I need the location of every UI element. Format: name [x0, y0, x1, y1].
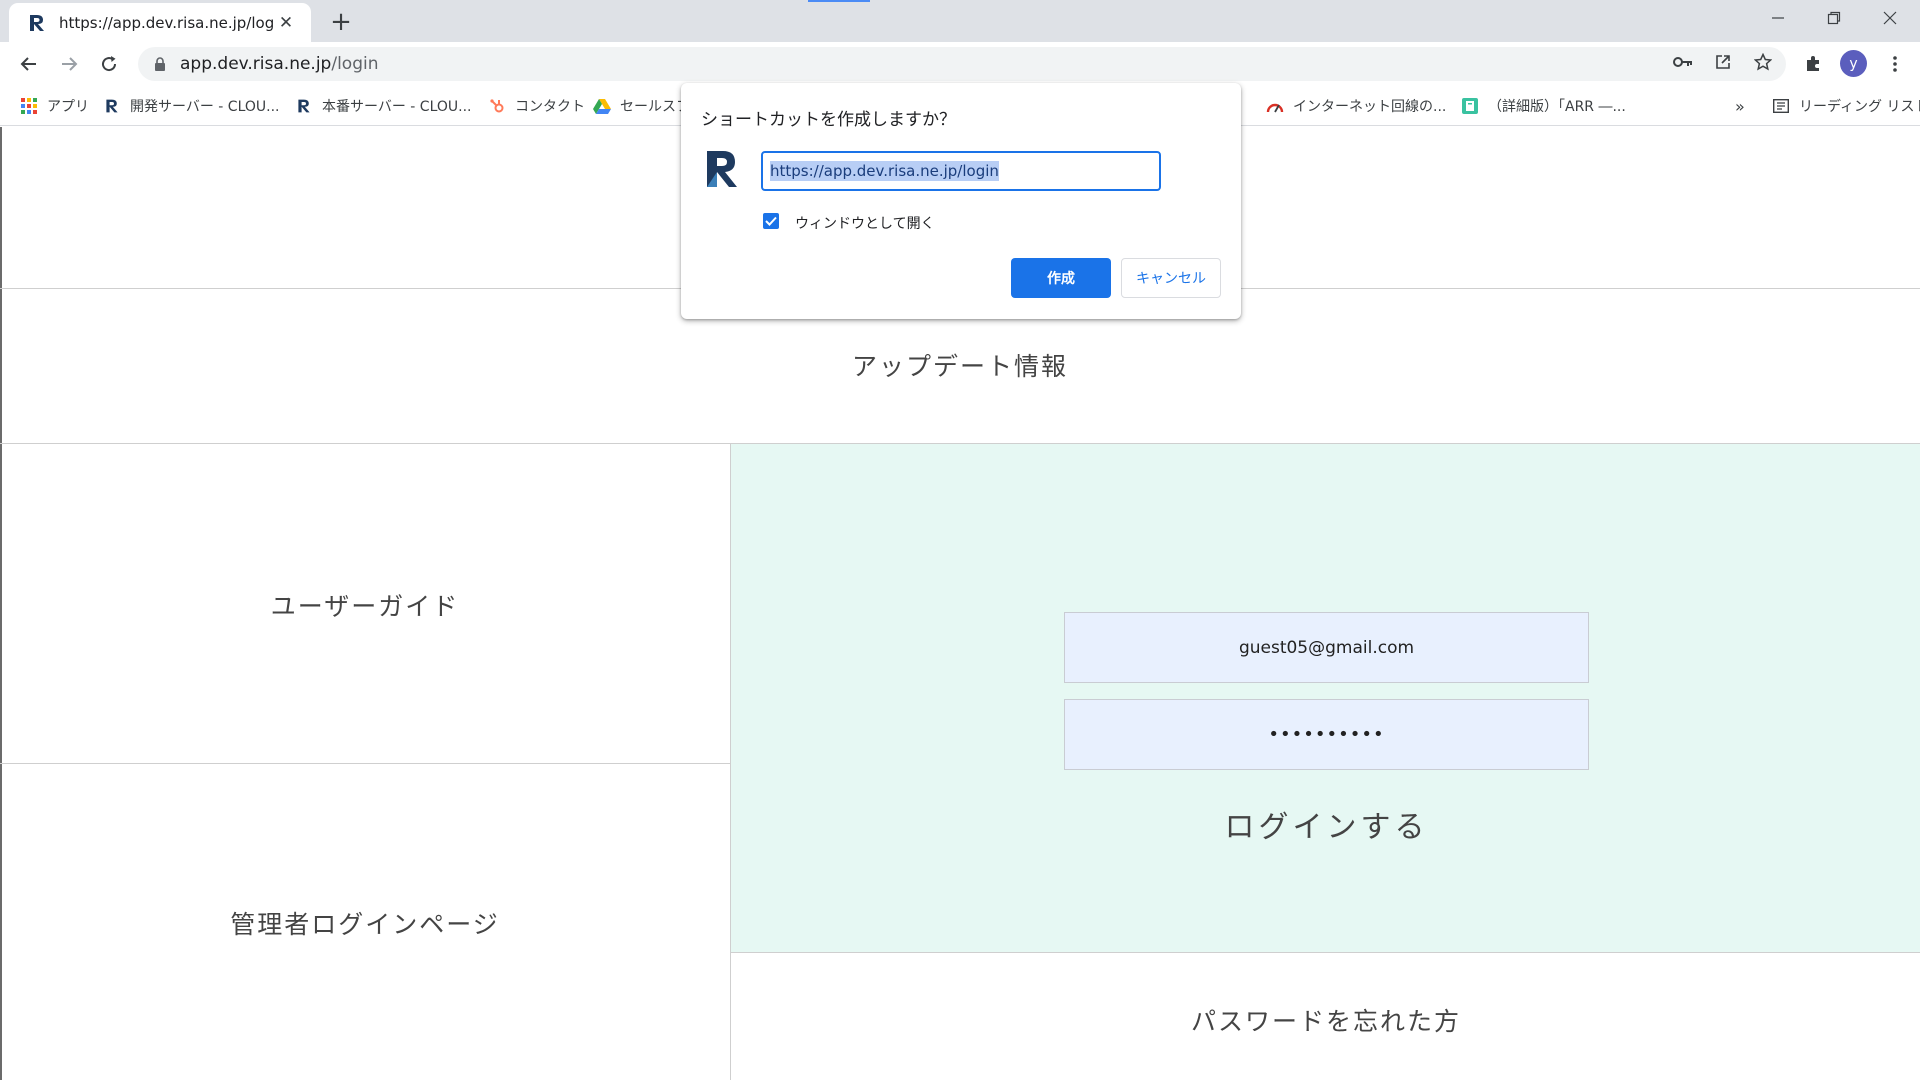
new-tab-button[interactable]: +: [327, 8, 355, 36]
extensions-puzzle-icon[interactable]: [1798, 49, 1828, 79]
create-button[interactable]: 作成: [1011, 258, 1111, 298]
bookmark-label: 開発サーバー - CLOU...: [130, 99, 280, 115]
bookmark-apps[interactable]: アプリ: [20, 94, 89, 118]
bookmark-sales[interactable]: セールスフ: [593, 94, 690, 118]
bookmark-label: アプリ: [47, 99, 89, 115]
more-bookmarks-chevron[interactable]: »: [1735, 94, 1745, 118]
bookmark-label: （詳細版）「ARR ―...: [1488, 99, 1626, 115]
bookmark-arr[interactable]: （詳細版）「ARR ―...: [1461, 94, 1626, 118]
tab-close-icon[interactable]: ✕: [275, 12, 297, 34]
bookmark-dev-server[interactable]: 開発サーバー - CLOU...: [103, 94, 280, 118]
lock-icon[interactable]: [152, 56, 168, 72]
update-info-link[interactable]: アップデート情報: [760, 347, 1160, 383]
divider: [731, 952, 1920, 953]
open-as-window-checkbox[interactable]: [763, 213, 779, 229]
loading-indicator: [808, 0, 870, 2]
create-shortcut-dialog: ショートカットを作成しますか？ https://app.dev.risa.ne.…: [681, 83, 1241, 319]
risa-logo-icon: [30, 14, 44, 31]
browser-toolbar: app.dev.risa.ne.jp/login y: [0, 42, 1920, 86]
login-button[interactable]: ログインする: [1064, 799, 1589, 849]
bookmark-label: コンタクト: [515, 99, 585, 115]
profile-avatar[interactable]: y: [1840, 50, 1867, 77]
bookmark-star-icon[interactable]: [1752, 51, 1774, 73]
dialog-title: ショートカットを作成しますか？: [701, 110, 956, 130]
speed-gauge-icon: [1266, 97, 1284, 115]
email-field[interactable]: guest05@gmail.com: [1064, 612, 1589, 683]
bookmark-contact[interactable]: コンタクト: [488, 94, 585, 118]
forward-arrow-icon[interactable]: [54, 49, 84, 79]
hubspot-icon: [488, 97, 506, 115]
login-panel: [731, 444, 1920, 952]
shortcut-name-input[interactable]: https://app.dev.risa.ne.jp/login: [761, 151, 1161, 191]
page-left-border: [0, 127, 2, 1080]
tab-strip: https://app.dev.risa.ne.jp/login ✕ +: [0, 0, 1920, 42]
reading-list-label: リーディング リスト: [1799, 99, 1920, 115]
shortcut-name-value: https://app.dev.risa.ne.jp/login: [770, 161, 999, 181]
admin-login-link[interactable]: 管理者ログインページ: [165, 905, 565, 941]
forgot-password-link[interactable]: パスワードを忘れた方: [1126, 1002, 1526, 1038]
password-field[interactable]: ••••••••••: [1064, 699, 1589, 770]
open-in-window-icon[interactable]: [1712, 51, 1734, 73]
kebab-menu-icon[interactable]: [1880, 49, 1910, 79]
google-drive-icon: [593, 97, 611, 115]
bookmark-internet-line[interactable]: インターネット回線の...: [1266, 94, 1446, 118]
address-bar[interactable]: app.dev.risa.ne.jp/login: [138, 47, 1786, 81]
url-path: /login: [331, 54, 379, 74]
key-icon[interactable]: [1672, 51, 1694, 73]
bookmark-prod-server[interactable]: 本番サーバー - CLOU...: [295, 94, 472, 118]
bookmark-label: インターネット回線の...: [1293, 99, 1447, 115]
risa-logo-icon: [707, 151, 737, 187]
close-window-icon[interactable]: [1862, 0, 1918, 36]
bookmark-label: セールスフ: [620, 99, 690, 115]
divider: [0, 763, 730, 764]
reload-icon[interactable]: [94, 49, 124, 79]
restore-icon[interactable]: [1806, 0, 1862, 36]
checkmark-icon: [765, 216, 777, 226]
back-arrow-icon[interactable]: [14, 49, 44, 79]
user-guide-link[interactable]: ユーザーガイド: [165, 587, 565, 623]
tab-title: https://app.dev.risa.ne.jp/login: [59, 13, 275, 32]
risa-logo-icon: [103, 97, 121, 115]
notebook-icon: [1461, 97, 1479, 115]
open-as-window-label[interactable]: ウィンドウとして開く: [795, 213, 935, 233]
browser-tab[interactable]: https://app.dev.risa.ne.jp/login ✕: [9, 3, 311, 42]
risa-logo-icon: [295, 97, 313, 115]
cancel-button[interactable]: キャンセル: [1121, 258, 1221, 298]
bookmark-label: 本番サーバー - CLOU...: [322, 99, 472, 115]
minimize-icon[interactable]: [1750, 0, 1806, 36]
url-host: app.dev.risa.ne.jp: [180, 54, 332, 74]
reading-list-icon: [1772, 97, 1790, 115]
apps-grid-icon: [20, 97, 38, 115]
reading-list-button[interactable]: リーディング リスト: [1772, 94, 1920, 118]
